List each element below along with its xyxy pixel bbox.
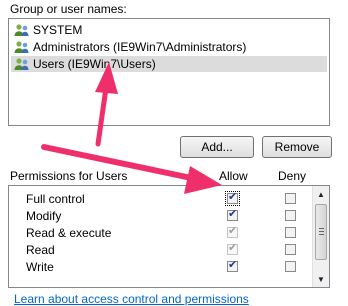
permissions-list: Full control ✔ Modify ✔ Read & execute ✔… — [8, 185, 330, 288]
deny-checkbox-read[interactable] — [285, 244, 296, 255]
user-name: SYSTEM — [33, 23, 83, 37]
permission-row-read: Read ✔ — [9, 242, 309, 259]
user-item-users[interactable]: Users (IE9Win7\Users) — [11, 56, 327, 72]
group-names-label: Group or user names: — [10, 2, 127, 16]
user-item-system[interactable]: SYSTEM — [11, 22, 82, 38]
remove-button[interactable]: Remove — [262, 136, 332, 158]
permission-name: Full control — [26, 192, 85, 206]
scrollbar-thumb[interactable] — [315, 204, 327, 260]
allow-checkbox-full-control[interactable]: ✔ — [225, 191, 240, 206]
checkmark-icon: ✔ — [228, 225, 238, 237]
deny-checkbox-full-control[interactable] — [285, 193, 296, 204]
users-group-icon — [14, 24, 29, 36]
permission-name: Read & execute — [26, 226, 112, 240]
allow-column-header: Allow — [219, 169, 248, 183]
deny-column-header: Deny — [278, 169, 307, 183]
permissions-header: Permissions for Users — [10, 169, 128, 183]
grip-line — [319, 231, 324, 232]
allow-checkbox-modify[interactable]: ✔ — [227, 208, 238, 221]
user-name: Administrators (IE9Win7\Administrators) — [33, 40, 247, 54]
checkmark-icon: ✔ — [228, 208, 238, 220]
permission-row-full-control: Full control ✔ — [9, 191, 309, 208]
grip-line — [319, 234, 324, 235]
permission-row-read-execute: Read & execute ✔ — [9, 225, 309, 242]
permission-row-write: Write ✔ — [9, 259, 309, 276]
permission-name: Read — [26, 243, 55, 257]
scroll-down-arrow-icon[interactable]: ▼ — [313, 271, 329, 287]
allow-checkbox-read-execute[interactable]: ✔ — [227, 225, 238, 238]
permission-name: Write — [26, 260, 54, 274]
checkmark-icon: ✔ — [228, 191, 238, 203]
add-button[interactable]: Add... — [180, 136, 254, 158]
checkmark-icon: ✔ — [228, 242, 238, 254]
deny-checkbox-modify[interactable] — [285, 210, 296, 221]
scroll-up-arrow-icon[interactable]: ▲ — [313, 186, 329, 202]
checkmark-icon: ✔ — [228, 259, 238, 271]
users-group-icon — [14, 41, 29, 53]
user-item-administrators[interactable]: Administrators (IE9Win7\Administrators) — [11, 39, 246, 55]
deny-checkbox-read-execute[interactable] — [285, 227, 296, 238]
group-user-list[interactable]: SYSTEM Administrators (IE9Win7\Administr… — [8, 18, 330, 126]
access-control-help-link[interactable]: Learn about access control and permissio… — [14, 292, 249, 306]
users-group-icon — [14, 58, 29, 70]
grip-line — [319, 228, 324, 229]
user-name: Users (IE9Win7\Users) — [33, 57, 156, 71]
allow-checkbox-write[interactable]: ✔ — [227, 259, 238, 272]
permission-row-modify: Modify ✔ — [9, 208, 309, 225]
allow-checkbox-read[interactable]: ✔ — [227, 242, 238, 255]
permission-name: Modify — [26, 209, 62, 223]
deny-checkbox-write[interactable] — [285, 261, 296, 272]
permissions-scrollbar[interactable]: ▲ ▼ — [312, 186, 329, 287]
